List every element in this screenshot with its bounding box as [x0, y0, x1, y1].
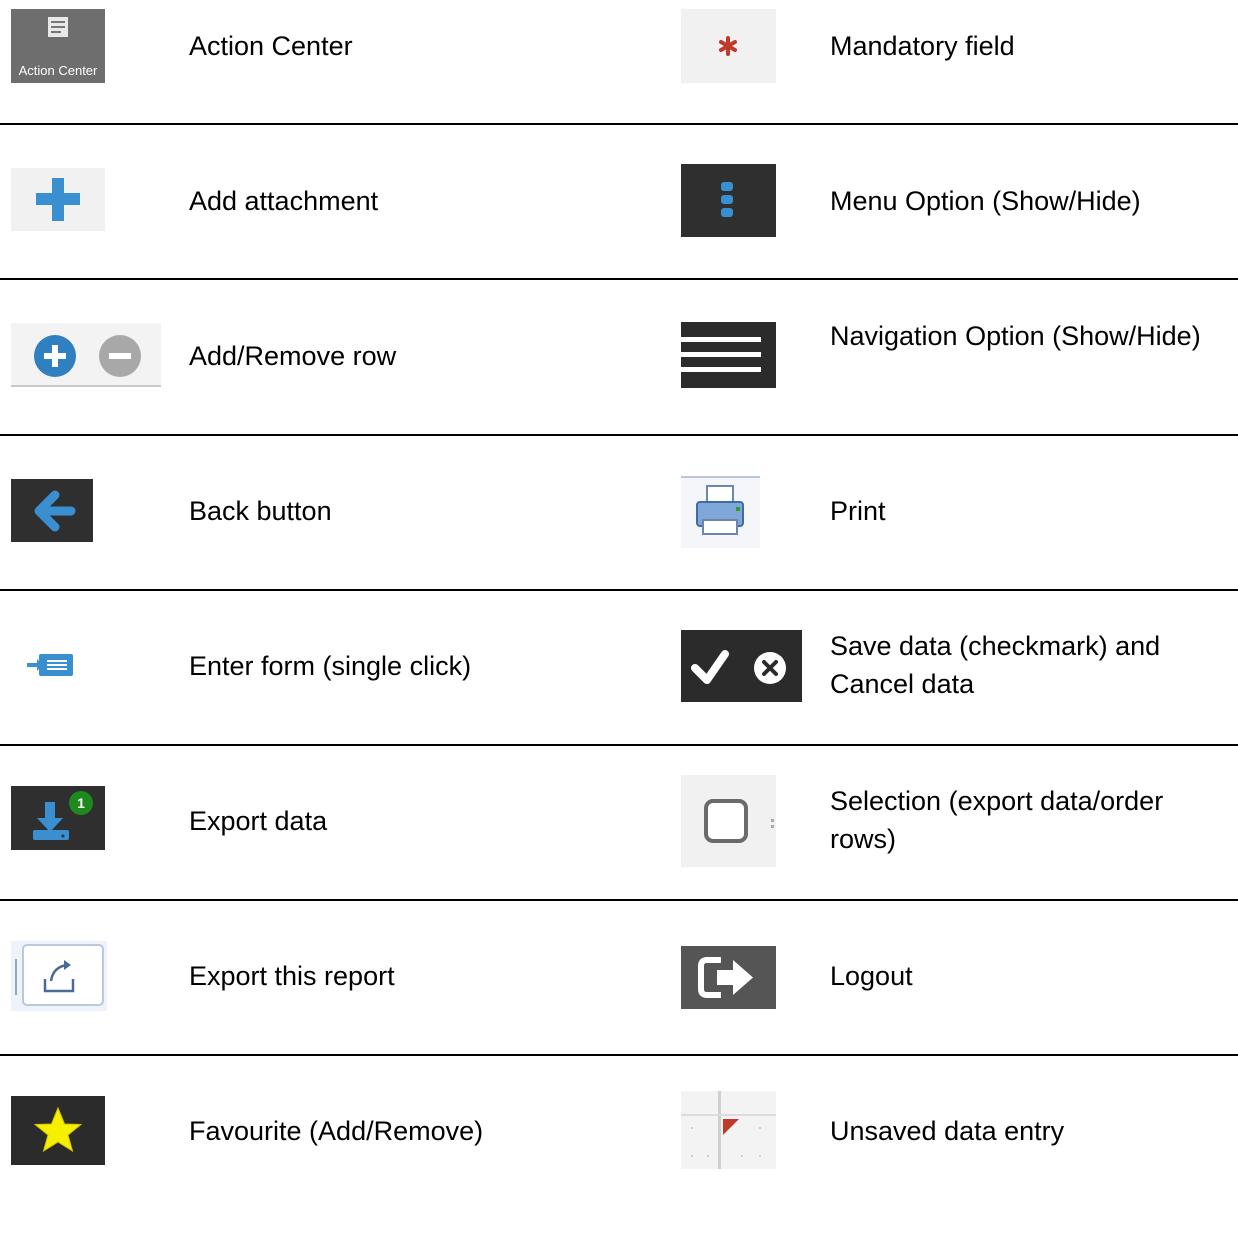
legend-row-1: Action Center Action Center Mandatory fi… — [0, 0, 1238, 155]
row-divider — [0, 434, 1238, 436]
add-remove-circle-icon[interactable] — [11, 323, 161, 387]
row-divider — [0, 899, 1238, 901]
star-icon[interactable] — [11, 1096, 105, 1165]
legend-label-action-center: Action Center — [189, 31, 353, 61]
legend-row-8: Favourite (Add/Remove) Unsaved data entr… — [0, 1085, 1238, 1240]
unsaved-flag-icon — [681, 1091, 776, 1169]
row-divider — [0, 1054, 1238, 1056]
plus-icon[interactable] — [11, 168, 105, 231]
row-divider — [0, 278, 1238, 280]
export-badge-count: 1 — [77, 795, 85, 811]
legend-label-logout: Logout — [830, 961, 913, 991]
legend-label-mandatory-field: Mandatory field — [830, 31, 1015, 61]
legend-label-export-data: Export data — [189, 806, 328, 836]
legend-label-menu-option: Menu Option (Show/Hide) — [830, 186, 1141, 216]
legend-label-print: Print — [830, 496, 886, 526]
enter-form-icon[interactable] — [25, 650, 83, 680]
checkbox-icon[interactable] — [681, 775, 776, 867]
row-divider — [0, 744, 1238, 746]
hamburger-icon[interactable] — [681, 322, 776, 388]
legend-row-7: Export this report Logout — [0, 930, 1238, 1085]
legend-label-export-report: Export this report — [189, 961, 395, 991]
legend-row-6: 1 Export data Selection (export data/ord… — [0, 775, 1238, 930]
legend-label-unsaved-data-entry: Unsaved data entry — [830, 1116, 1065, 1146]
logout-icon[interactable] — [681, 946, 776, 1009]
row-divider — [0, 589, 1238, 591]
legend-row-5: Enter form (single click) Save data (che… — [0, 620, 1238, 775]
legend-row-4: Back button Print — [0, 465, 1238, 620]
legend-row-3: Add/Remove row Navigation Option (Show/H… — [0, 310, 1238, 465]
legend-row-2: Add attachment Menu Option (Show/Hide) — [0, 155, 1238, 310]
check-cancel-icon[interactable] — [681, 630, 802, 702]
legend-label-add-remove-row: Add/Remove row — [189, 341, 397, 371]
legend-label-enter-form: Enter form (single click) — [189, 651, 472, 681]
legend-label-navigation-option: Navigation Option (Show/Hide) — [830, 321, 1201, 351]
row-divider — [0, 123, 1238, 125]
menu-dots-icon[interactable] — [681, 164, 776, 237]
action-center-icon-text: Action Center — [19, 63, 98, 78]
legend-label-back-button: Back button — [189, 496, 332, 526]
export-report-icon[interactable] — [11, 941, 107, 1011]
printer-icon[interactable] — [681, 476, 760, 548]
legend-label-save-cancel: Save data (checkmark) and Cancel data — [830, 631, 1161, 699]
legend-label-add-attachment: Add attachment — [189, 186, 379, 216]
action-center-icon[interactable]: Action Center — [11, 9, 105, 83]
export-download-icon[interactable]: 1 — [11, 786, 105, 850]
legend-label-selection: Selection (export data/order rows) — [830, 786, 1164, 854]
mandatory-asterisk-icon — [681, 9, 776, 83]
back-arrow-icon[interactable] — [11, 479, 93, 542]
legend-label-favourite: Favourite (Add/Remove) — [189, 1116, 484, 1146]
